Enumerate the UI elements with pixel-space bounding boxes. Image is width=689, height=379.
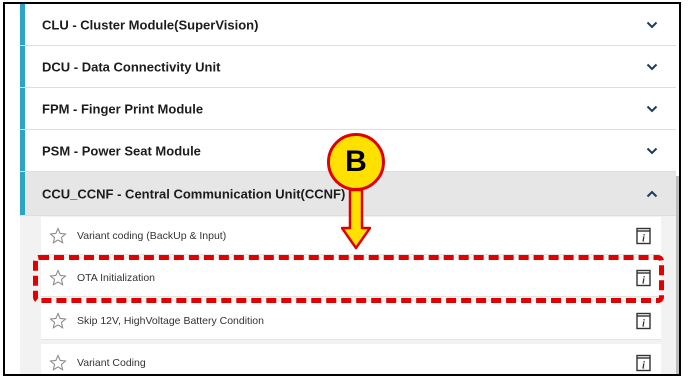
callout-badge: B (327, 133, 385, 191)
module-label: FPM - Finger Print Module (42, 101, 204, 116)
app-frame: CLU - Cluster Module(SuperVision) DCU - … (3, 2, 681, 376)
svg-text:i: i (642, 233, 645, 244)
item-label: Skip 12V, HighVoltage Battery Condition (77, 314, 264, 327)
item-label: Variant coding (BackUp & Input) (77, 229, 227, 242)
info-icon[interactable]: i (636, 227, 651, 244)
module-accent-bar (20, 130, 25, 171)
module-row-clu[interactable]: CLU - Cluster Module(SuperVision) (20, 4, 676, 46)
module-accent-bar (20, 88, 25, 129)
info-icon[interactable]: i (636, 354, 651, 371)
module-row-fpm[interactable]: FPM - Finger Print Module (20, 88, 676, 130)
scrollbar[interactable] (676, 176, 679, 374)
module-accent-bar (20, 172, 25, 215)
chevron-up-icon[interactable] (646, 190, 658, 198)
module-label: CLU - Cluster Module(SuperVision) (42, 17, 259, 32)
module-label: PSM - Power Seat Module (42, 143, 201, 158)
module-row-dcu[interactable]: DCU - Data Connectivity Unit (20, 46, 676, 88)
svg-text:i: i (642, 318, 645, 329)
module-label: DCU - Data Connectivity Unit (42, 59, 221, 74)
chevron-down-icon[interactable] (646, 147, 658, 155)
module-label: CCU_CCNF - Central Communication Unit(CC… (42, 186, 346, 201)
item-row-skip-12v[interactable]: Skip 12V, HighVoltage Battery Condition … (41, 302, 661, 340)
svg-text:i: i (642, 360, 645, 371)
highlight-box (33, 255, 664, 303)
module-accent-bar (20, 46, 25, 87)
star-outline-icon[interactable] (49, 311, 67, 330)
item-label: Variant Coding (77, 356, 146, 369)
down-arrow-icon (341, 190, 371, 250)
item-row-variant-coding[interactable]: Variant Coding i (41, 344, 661, 374)
info-icon[interactable]: i (636, 312, 651, 329)
module-accent-bar (20, 4, 25, 45)
chevron-down-icon[interactable] (646, 21, 658, 29)
chevron-down-icon[interactable] (646, 105, 658, 113)
star-outline-icon[interactable] (49, 353, 67, 372)
star-outline-icon[interactable] (49, 226, 67, 245)
callout-letter: B (345, 145, 367, 178)
chevron-down-icon[interactable] (646, 63, 658, 71)
